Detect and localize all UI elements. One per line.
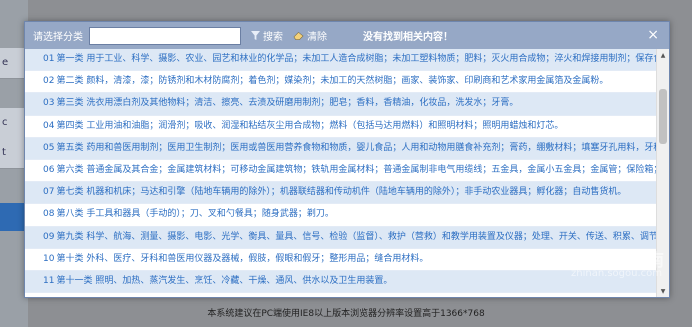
clear-button-label: 清除 bbox=[307, 32, 327, 43]
scroll-down-icon[interactable]: ▼ bbox=[657, 285, 669, 297]
category-row[interactable]: 10 第十类 外科、医疗、牙科和兽医用仪器及器械，假肢，假眼和假牙；整形用品；缝合… bbox=[25, 249, 657, 271]
category-code: 01 bbox=[43, 54, 55, 64]
category-row[interactable]: 08 第八类 手工具和器具（手动的）；刀、叉和勺餐具；随身武器；剃刀。 bbox=[25, 204, 657, 227]
category-row[interactable]: 04 第四类 工业用油和油脂；润滑剂；吸收、润湿和粘结灰尘用合成物；燃料（包括马达… bbox=[25, 116, 657, 138]
category-label: 请选择分类 bbox=[33, 32, 83, 43]
category-row[interactable]: 06 第六类 普通金属及其合金；金属建筑材料；可移动金属建筑物；铁轨用金属材料；普… bbox=[25, 160, 657, 183]
category-code: 08 bbox=[43, 209, 55, 220]
category-text: 第六类 普通金属及其合金；金属建筑材料；可移动金属建筑物；铁轨用金属材料；普通金… bbox=[56, 164, 657, 175]
category-code: 02 bbox=[43, 76, 55, 87]
category-code: 09 bbox=[43, 231, 55, 242]
clear-button[interactable]: 清除 bbox=[293, 28, 327, 43]
category-text: 第七类 机器和机床；马达和引擎（陆地车辆用的除外）；机器联结器和传动机件（陆地车… bbox=[56, 187, 627, 198]
sogou-logo-icon: S bbox=[578, 250, 596, 267]
category-row[interactable]: 03 第三类 洗衣用漂白剂及其他物料；清洁、擦亮、去渍及研磨用制剂；肥皂；香料，香… bbox=[25, 93, 657, 116]
filter-icon bbox=[251, 31, 260, 40]
category-row[interactable]: 09 第九类 科学、航海、测量、摄影、电影、光学、衡具、量具、信号、检验（监督）、… bbox=[25, 226, 657, 249]
category-code: 04 bbox=[43, 120, 55, 131]
category-code: 07 bbox=[43, 187, 55, 198]
close-icon[interactable]: × bbox=[647, 27, 659, 43]
category-code: 05 bbox=[43, 142, 55, 153]
watermark-url: zhinan.sogou.com bbox=[570, 268, 662, 279]
category-text: 第一类 用于工业、科学、摄影、农业、园艺和林业的化学品；未加工人造合成树脂；未加… bbox=[56, 54, 657, 64]
footer-notice: 本系统建议在PC端使用IE8以上版本浏览器分辨率设置高于1366*768 bbox=[207, 308, 485, 319]
scroll-thumb[interactable] bbox=[659, 89, 667, 144]
category-text: 第五类 药用和兽医用制剂；医用卫生制剂；医用或兽医用营养食物和物质，婴儿食品；人… bbox=[56, 142, 657, 153]
background-sidebar-active bbox=[0, 203, 26, 231]
category-code: 10 bbox=[43, 253, 55, 264]
category-row[interactable]: 11 第十一类 照明、加热、蒸汽发生、烹饪、冷藏、干燥、通风、供水以及卫生用装置。 bbox=[25, 270, 657, 294]
category-code: 03 bbox=[43, 98, 55, 109]
category-row[interactable]: 02 第二类 颜料，清漆，漆；防锈剂和木材防腐剂；着色剂；媒染剂；未加工的天然树脂… bbox=[25, 71, 657, 94]
category-row[interactable]: 07 第七类 机器和机床；马达和引擎（陆地车辆用的除外）；机器联结器和传动机件（陆… bbox=[25, 182, 657, 205]
svg-text:S: S bbox=[583, 255, 589, 265]
category-row[interactable]: 12第十二类 运载工具；陆、空、海用运载装置。 bbox=[25, 293, 657, 297]
category-text: 第八类 手工具和器具（手动的）；刀、叉和勺餐具；随身武器；剃刀。 bbox=[56, 209, 334, 220]
category-search-input[interactable] bbox=[89, 26, 241, 45]
category-code: 11 bbox=[43, 275, 55, 286]
search-button-label: 搜索 bbox=[263, 32, 283, 43]
category-text: 第十类 外科、医疗、牙科和兽医用仪器及器械，假肢，假眼和假牙；整形用品；缝合用材… bbox=[56, 253, 429, 264]
category-text: 第二类 颜料，清漆，漆；防锈剂和木材防腐剂；着色剂；媒染剂；未加工的天然树脂；画… bbox=[56, 76, 609, 87]
category-text: 第十一类 照明、加热、蒸汽发生、烹饪、冷藏、干燥、通风、供水以及卫生用装置。 bbox=[56, 275, 393, 286]
category-code: 06 bbox=[43, 164, 55, 175]
category-list: 01 第一类 用于工业、科学、摄影、农业、园艺和林业的化学品；未加工人造合成树脂；… bbox=[25, 49, 657, 297]
category-text: 第九类 科学、航海、测量、摄影、电影、光学、衡具、量具、信号、检验（监督）、救护… bbox=[56, 231, 657, 242]
scroll-up-icon[interactable]: ▲ bbox=[657, 49, 669, 61]
search-button[interactable]: 搜索 bbox=[251, 28, 283, 43]
category-row[interactable]: 01 第一类 用于工业、科学、摄影、农业、园艺和林业的化学品；未加工人造合成树脂；… bbox=[25, 49, 657, 72]
eraser-icon bbox=[293, 31, 304, 40]
category-dialog: 请选择分类 搜索 清除 没有找到相关内容！ × 01 第一类 用于工业、科学、摄影… bbox=[24, 21, 670, 298]
dialog-header: 请选择分类 搜索 清除 没有找到相关内容！ × bbox=[25, 22, 669, 49]
not-found-message: 没有找到相关内容！ bbox=[363, 32, 453, 43]
category-row[interactable]: 05 第五类 药用和兽医用制剂；医用卫生制剂；医用或兽医用营养食物和物质，婴儿食品… bbox=[25, 137, 657, 160]
category-text: 第三类 洗衣用漂白剂及其他物料；清洁、擦亮、去渍及研磨用制剂；肥皂；香料，香精油… bbox=[56, 98, 519, 109]
category-text: 第四类 工业用油和油脂；润滑剂；吸收、润湿和粘结灰尘用合成物；燃料（包括马达用燃… bbox=[56, 120, 564, 131]
